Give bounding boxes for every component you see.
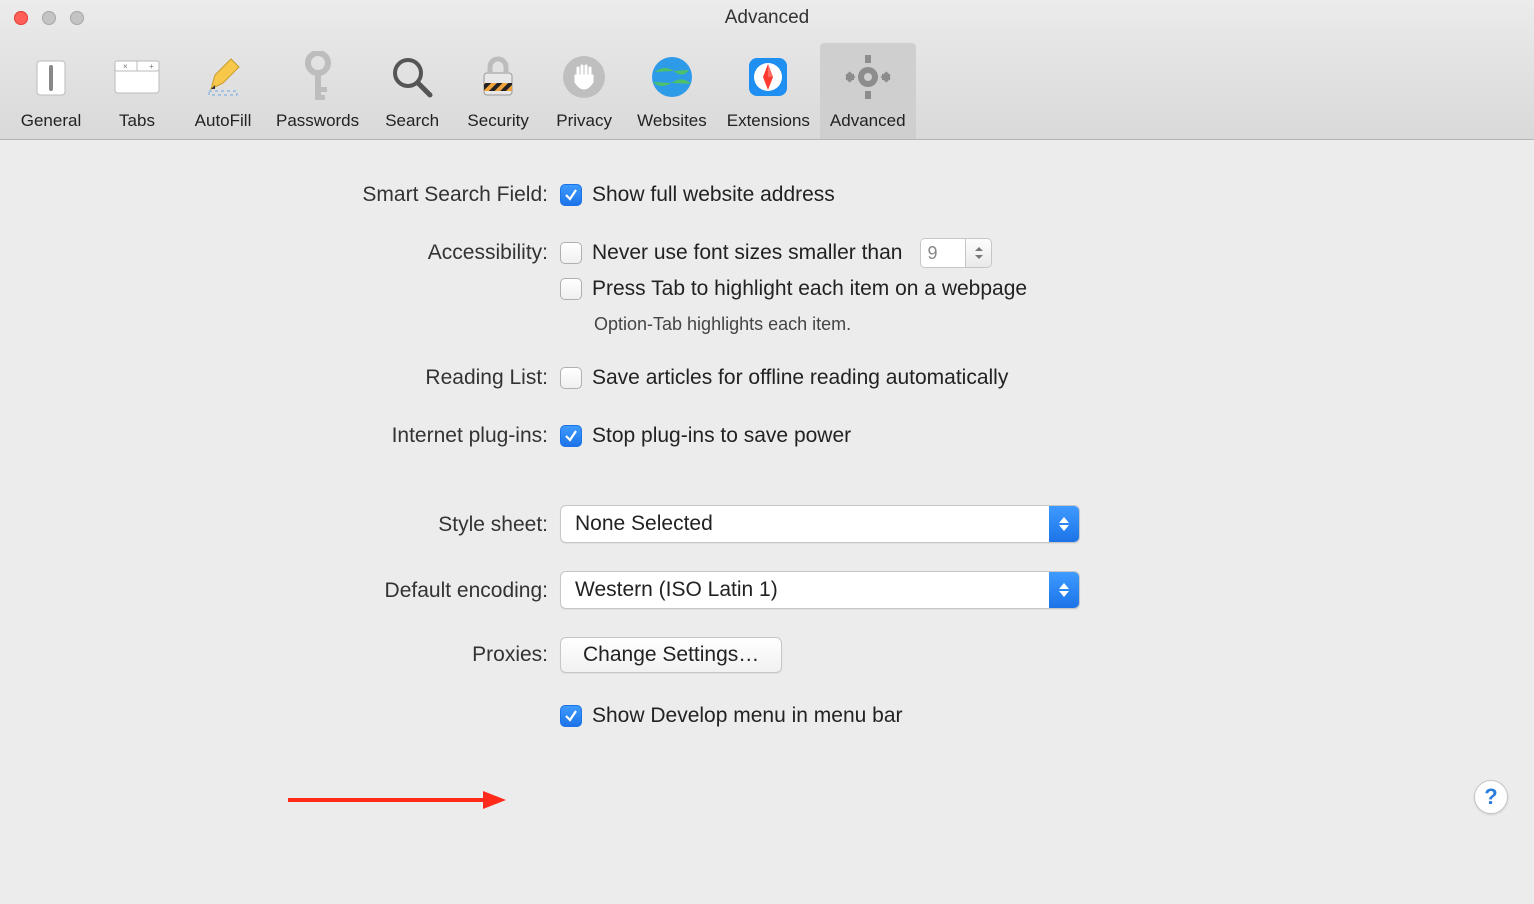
accessibility-help-text: Option-Tab highlights each item. — [560, 314, 1474, 335]
compass-icon — [740, 49, 796, 105]
default-encoding-label: Default encoding: — [60, 571, 560, 603]
advanced-pane: Smart Search Field: Show full website ad… — [0, 140, 1534, 781]
toolbar-tab-autofill[interactable]: AutoFill — [180, 43, 266, 139]
proxies-label: Proxies: — [60, 637, 560, 667]
checkbox-label: Never use font sizes smaller than — [592, 241, 902, 265]
toolbar-tab-label: Advanced — [830, 111, 906, 131]
toolbar-tab-tabs[interactable]: × + Tabs — [94, 43, 180, 139]
checkbox-label: Save articles for offline reading automa… — [592, 366, 1008, 390]
popup-arrows-icon — [1049, 506, 1079, 542]
change-settings-button[interactable]: Change Settings… — [560, 637, 782, 673]
toolbar-tab-general[interactable]: General — [8, 43, 94, 139]
checkbox-icon — [560, 367, 582, 389]
toolbar-tab-privacy[interactable]: Privacy — [541, 43, 627, 139]
default-encoding-popup[interactable]: Western (ISO Latin 1) — [560, 571, 1080, 609]
plugins-label: Internet plug-ins: — [60, 421, 560, 448]
style-sheet-label: Style sheet: — [60, 505, 560, 537]
checkbox-icon — [560, 184, 582, 206]
globe-icon — [644, 49, 700, 105]
toolbar-tab-label: Extensions — [727, 111, 810, 131]
press-tab-checkbox[interactable]: Press Tab to highlight each item on a we… — [560, 274, 1474, 304]
checkbox-icon — [560, 242, 582, 264]
checkbox-label: Show full website address — [592, 183, 835, 207]
save-offline-checkbox[interactable]: Save articles for offline reading automa… — [560, 363, 1474, 393]
toolbar-tab-advanced[interactable]: Advanced — [820, 43, 916, 139]
toolbar-tab-security[interactable]: Security — [455, 43, 541, 139]
preferences-toolbar: General × + Tabs AutoFill — [0, 36, 1534, 140]
pencil-icon — [195, 49, 251, 105]
toolbar-tab-label: Websites — [637, 111, 707, 131]
never-font-smaller-checkbox[interactable]: Never use font sizes smaller than — [560, 241, 902, 265]
toolbar-tab-label: Search — [385, 111, 439, 131]
toolbar-tab-websites[interactable]: Websites — [627, 43, 717, 139]
lock-icon — [470, 49, 526, 105]
checkbox-icon — [560, 425, 582, 447]
checkbox-label: Press Tab to highlight each item on a we… — [592, 277, 1027, 301]
window-title: Advanced — [0, 7, 1534, 29]
popup-value: Western (ISO Latin 1) — [561, 578, 1049, 602]
min-font-size-stepper[interactable] — [920, 238, 992, 268]
toolbar-tab-label: Security — [467, 111, 528, 131]
stepper-arrows-icon[interactable] — [965, 239, 991, 267]
popup-value: None Selected — [561, 512, 1049, 536]
magnifier-icon — [384, 49, 440, 105]
popup-arrows-icon — [1049, 572, 1079, 608]
svg-text:×: × — [123, 62, 128, 71]
titlebar: Advanced — [0, 0, 1534, 36]
smart-search-label: Smart Search Field: — [60, 180, 560, 207]
show-full-address-checkbox[interactable]: Show full website address — [560, 180, 1474, 210]
checkbox-label: Show Develop menu in menu bar — [592, 704, 903, 728]
toolbar-tab-label: AutoFill — [195, 111, 252, 131]
annotation-arrow-icon — [288, 788, 508, 812]
help-button[interactable]: ? — [1474, 780, 1508, 814]
show-develop-menu-checkbox[interactable]: Show Develop menu in menu bar — [560, 701, 1474, 731]
key-icon — [290, 49, 346, 105]
toolbar-tab-label: Privacy — [556, 111, 612, 131]
tabs-icon: × + — [109, 49, 165, 105]
toolbar-tab-label: Passwords — [276, 111, 359, 131]
toolbar-tab-search[interactable]: Search — [369, 43, 455, 139]
switch-icon — [23, 49, 79, 105]
checkbox-icon — [560, 278, 582, 300]
accessibility-label: Accessibility: — [60, 238, 560, 265]
reading-list-label: Reading List: — [60, 363, 560, 390]
svg-text:+: + — [149, 62, 154, 71]
style-sheet-popup[interactable]: None Selected — [560, 505, 1080, 543]
checkbox-icon — [560, 705, 582, 727]
gear-icon — [840, 49, 896, 105]
toolbar-tab-passwords[interactable]: Passwords — [266, 43, 369, 139]
hand-icon — [556, 49, 612, 105]
toolbar-tab-label: Tabs — [119, 111, 155, 131]
checkbox-label: Stop plug-ins to save power — [592, 424, 851, 448]
toolbar-tab-extensions[interactable]: Extensions — [717, 43, 820, 139]
toolbar-tab-label: General — [21, 111, 81, 131]
stop-plugins-checkbox[interactable]: Stop plug-ins to save power — [560, 421, 1474, 451]
min-font-size-input[interactable] — [921, 239, 965, 267]
